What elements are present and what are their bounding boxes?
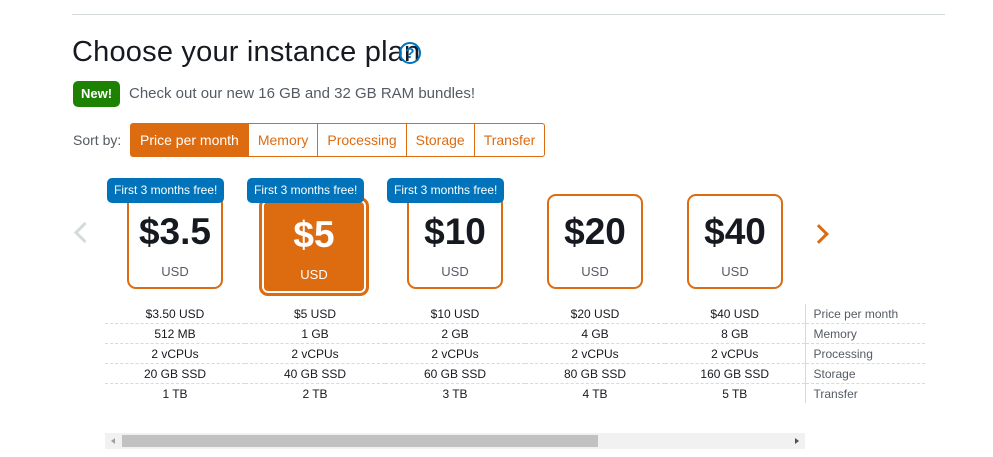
promo-badge: First 3 months free! [387,178,505,203]
table-row: 512 MB 1 GB 2 GB 4 GB 8 GB Memory [105,323,925,344]
spec-cell: 512 MB [105,323,245,344]
spec-cell: $10 USD [385,304,525,324]
spec-cell: 20 GB SSD [105,363,245,384]
sort-memory-button[interactable]: Memory [248,123,319,157]
sort-storage-button[interactable]: Storage [406,123,475,157]
spec-cell: 40 GB SSD [245,363,385,384]
sort-label: Sort by: [73,132,122,148]
promo-badge: First 3 months free! [247,178,365,203]
plan-card-3-5[interactable]: $3.5 USD [127,194,223,289]
plan-card-10[interactable]: $10 USD [407,194,503,289]
plan-currency: USD [721,264,749,279]
plan-price: $20 [564,211,626,252]
plan-currency: USD [161,264,189,279]
spec-cell: 2 vCPUs [105,343,245,364]
spec-cell: 4 TB [582,386,608,401]
horizontal-scrollbar[interactable] [105,433,805,449]
page-title: Choose your instance plan [72,36,421,68]
plan-price: $40 [704,211,766,252]
top-divider [72,14,945,15]
plan-currency: USD [441,264,469,279]
chevron-left-icon[interactable] [73,221,96,244]
spec-cell: 2 vCPUs [385,343,525,364]
spec-cell: $20 USD [525,304,665,324]
spec-row-label: Memory [804,323,925,344]
sort-button-group: Price per month Memory Processing Storag… [130,123,546,157]
spec-cell: 3 TB [442,386,468,401]
plan-card-20[interactable]: $20 USD [547,194,643,289]
spec-cell: $3.50 USD [105,304,245,324]
scrollbar-thumb[interactable] [122,435,598,447]
spec-cell: 1 TB [162,386,188,401]
spec-cell: 160 GB SSD [665,363,805,384]
announcement-text: Check out our new 16 GB and 32 GB RAM bu… [129,85,476,102]
plan-currency: USD [581,264,609,279]
spec-cell: 2 vCPUs [245,343,385,364]
sort-transfer-button[interactable]: Transfer [474,123,546,157]
spec-cell: 2 TB [302,386,328,401]
spec-cell: 5 TB [722,386,748,401]
help-icon[interactable]: ? [399,42,421,64]
spec-cell: 2 vCPUs [525,343,665,364]
spec-cell: 60 GB SSD [385,363,525,384]
plan-card-5[interactable]: $5 USD [259,197,369,296]
chevron-right-icon[interactable] [809,224,829,244]
table-row: 20 GB SSD 40 GB SSD 60 GB SSD 80 GB SSD … [105,363,925,384]
spec-cell: 4 GB [525,323,665,344]
spec-cell: 1 GB [245,323,385,344]
spec-cell: 2 GB [385,323,525,344]
spec-cell: $5 USD [245,304,385,324]
plan-price: $5 [293,214,335,255]
sort-price-button[interactable]: Price per month [130,123,249,157]
plan-spec-table: $3.50 USD $5 USD $10 USD $20 USD $40 USD… [105,304,925,403]
table-row: 2 vCPUs 2 vCPUs 2 vCPUs 2 vCPUs 2 vCPUs … [105,343,925,364]
spec-cell: 80 GB SSD [525,363,665,384]
plan-price: $10 [424,211,486,252]
table-row: $3.50 USD $5 USD $10 USD $20 USD $40 USD… [105,304,925,324]
spec-cell: 2 vCPUs [665,343,805,364]
scroll-left-arrow-icon[interactable] [111,438,115,444]
spec-cell: $40 USD [665,304,805,324]
table-row: 1 TB 2 TB 3 TB 4 TB 5 TB Transfer [105,383,925,403]
plan-card-40[interactable]: $40 USD [687,194,783,289]
sort-processing-button[interactable]: Processing [318,123,407,157]
spec-cell: 8 GB [665,323,805,344]
scroll-right-arrow-icon[interactable] [795,438,799,444]
plan-price: $3.5 [138,211,211,252]
new-badge: New! [73,81,121,107]
promo-badge: First 3 months free! [107,178,225,203]
spec-row-label: Storage [804,363,925,384]
spec-row-label: Transfer [804,383,925,403]
spec-row-label: Processing [804,343,925,364]
plan-currency: USD [300,267,328,282]
spec-row-label: Price per month [804,304,925,324]
